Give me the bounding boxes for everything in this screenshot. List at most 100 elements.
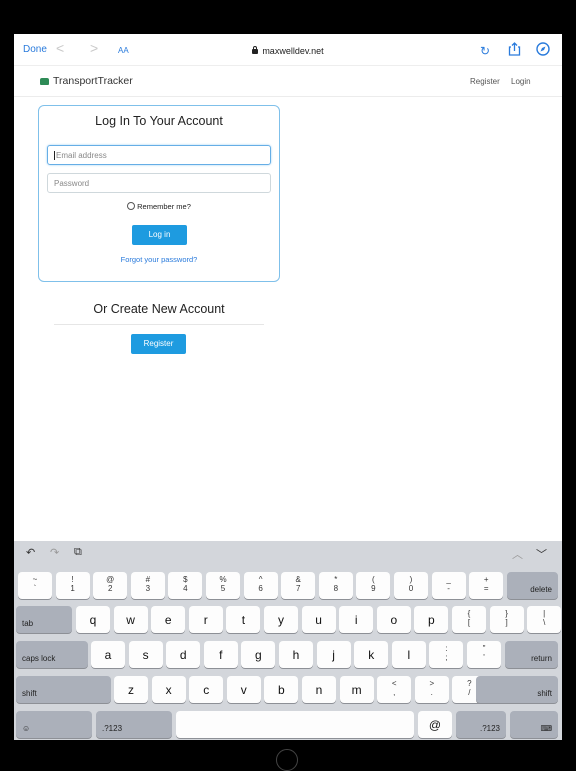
login-button[interactable]: Log in	[132, 225, 187, 245]
key-shift-char: _	[446, 575, 451, 584]
hide-keyboard-key[interactable]: ⌨	[510, 711, 558, 738]
key-symbol[interactable]: | \	[527, 606, 562, 633]
key-letter[interactable]: s	[128, 641, 163, 668]
key-shift-char: +	[483, 575, 489, 584]
key-number[interactable]: @2	[93, 572, 128, 599]
key-letter-label: l	[407, 648, 411, 662]
key-symbol[interactable]: >.	[414, 676, 449, 703]
key-letter[interactable]: g	[241, 641, 276, 668]
chevron-down-icon[interactable]: ﹀	[536, 546, 547, 562]
nav-login-link[interactable]: Login	[511, 77, 531, 86]
remember-checkbox[interactable]	[127, 202, 136, 210]
key-symbol-label: <,	[377, 679, 411, 697]
key-shift-char: )	[409, 575, 413, 584]
email-field[interactable]: Email address	[47, 145, 271, 165]
key-number[interactable]: & 7	[281, 572, 316, 599]
key-letter[interactable]: f	[203, 641, 238, 668]
key-symbol[interactable]: {[	[452, 606, 486, 633]
key-base-char: `	[33, 584, 37, 593]
key-letter[interactable]: v	[226, 676, 261, 703]
compass-icon[interactable]	[536, 42, 550, 59]
key-letter[interactable]: y	[264, 606, 298, 633]
key-number[interactable]: % 5	[206, 572, 240, 599]
key-letter[interactable]: a	[91, 641, 125, 668]
key-letter[interactable]: i	[339, 606, 374, 633]
key-letter[interactable]: z	[114, 676, 148, 703]
register-button[interactable]: Register	[131, 334, 186, 354]
space-bar[interactable]	[176, 711, 414, 738]
share-icon[interactable]	[508, 42, 521, 59]
key-letter[interactable]: m	[339, 676, 374, 703]
numbers-key-left-label: .?123	[102, 724, 123, 733]
key-number[interactable]: #3	[130, 572, 165, 599]
key-letter-label: y	[278, 613, 284, 627]
delete-key[interactable]: delete	[506, 572, 558, 599]
shift-left-key[interactable]: shift	[16, 676, 111, 703]
shift-right-key-label: shift	[537, 689, 552, 698]
return-key[interactable]: return	[504, 641, 558, 668]
remember-me[interactable]: Remember me?	[39, 202, 279, 211]
undo-icon[interactable]: ↶	[26, 546, 35, 559]
key-symbol[interactable]: " '	[467, 641, 501, 668]
key-letter[interactable]: x	[151, 676, 186, 703]
key-letter[interactable]: j	[316, 641, 351, 668]
key-symbol[interactable]: }]	[489, 606, 524, 633]
password-field[interactable]: Password	[47, 173, 271, 193]
key-symbol[interactable]: :;	[429, 641, 464, 668]
numbers-key-left[interactable]: .?123	[96, 711, 172, 738]
key-number[interactable]: $4	[168, 572, 203, 599]
forgot-password-link[interactable]: Forgot your password?	[39, 255, 279, 264]
key-letter[interactable]: c	[189, 676, 224, 703]
key-number[interactable]: + =	[469, 572, 504, 599]
nav-register-link[interactable]: Register	[470, 77, 500, 86]
key-number[interactable]: ^ 6	[243, 572, 278, 599]
emoji-key-label: ☺	[22, 724, 31, 733]
key-shift-char: >	[429, 679, 435, 688]
key-number[interactable]: ) 0	[394, 572, 428, 599]
divider	[54, 324, 264, 325]
key-number-label: * 8	[319, 575, 353, 593]
tab-key[interactable]: tab	[16, 606, 72, 633]
caps-lock-key[interactable]: caps lock	[16, 641, 88, 668]
key-number[interactable]: * 8	[318, 572, 353, 599]
remember-label: Remember me?	[137, 202, 191, 211]
reload-icon[interactable]: ↻	[480, 44, 490, 58]
key-letter[interactable]: n	[302, 676, 336, 703]
key-letter[interactable]: o	[376, 606, 411, 633]
brand-link[interactable]: TransportTracker	[40, 75, 133, 87]
key-letter[interactable]: u	[301, 606, 336, 633]
key-letter-label: q	[89, 613, 97, 627]
key-letter[interactable]: l	[391, 641, 426, 668]
key-letter[interactable]: b	[264, 676, 299, 703]
car-icon	[40, 78, 49, 85]
redo-icon[interactable]: ↷	[50, 546, 59, 559]
key-shift-char: *	[334, 575, 338, 584]
key-letter[interactable]: e	[151, 606, 186, 633]
key-letter[interactable]: r	[188, 606, 223, 633]
paste-icon[interactable]: ⧉	[74, 546, 82, 559]
key-number[interactable]: ! 1	[55, 572, 90, 599]
brand-name: TransportTracker	[53, 75, 133, 87]
numbers-key-right-label: .?123	[479, 724, 500, 733]
key-letter[interactable]: q	[76, 606, 110, 633]
at-key[interactable]: @	[418, 711, 452, 738]
key-symbol[interactable]: <,	[377, 676, 412, 703]
key-letter[interactable]: k	[354, 641, 389, 668]
key-letter[interactable]: h	[279, 641, 313, 668]
key-letter-label: z	[128, 683, 134, 697]
login-title: Log In To Your Account	[95, 114, 223, 128]
emoji-key[interactable]: ☺	[16, 711, 92, 738]
shift-right-key[interactable]: shift	[476, 676, 558, 703]
numbers-key-right[interactable]: .?123	[456, 711, 506, 738]
key-number[interactable]: (9	[356, 572, 391, 599]
key-letter[interactable]: p	[414, 606, 449, 633]
chevron-up-icon[interactable]: ︿	[512, 546, 523, 562]
key-base-char: 2	[107, 584, 113, 593]
key-shift-char: "	[482, 644, 486, 653]
key-letter-label: d	[179, 648, 187, 662]
key-letter[interactable]: t	[226, 606, 261, 633]
key-number[interactable]: ~ `	[18, 572, 52, 599]
key-number[interactable]: _ -	[431, 572, 466, 599]
key-letter[interactable]: d	[166, 641, 201, 668]
key-letter[interactable]: w	[113, 606, 148, 633]
